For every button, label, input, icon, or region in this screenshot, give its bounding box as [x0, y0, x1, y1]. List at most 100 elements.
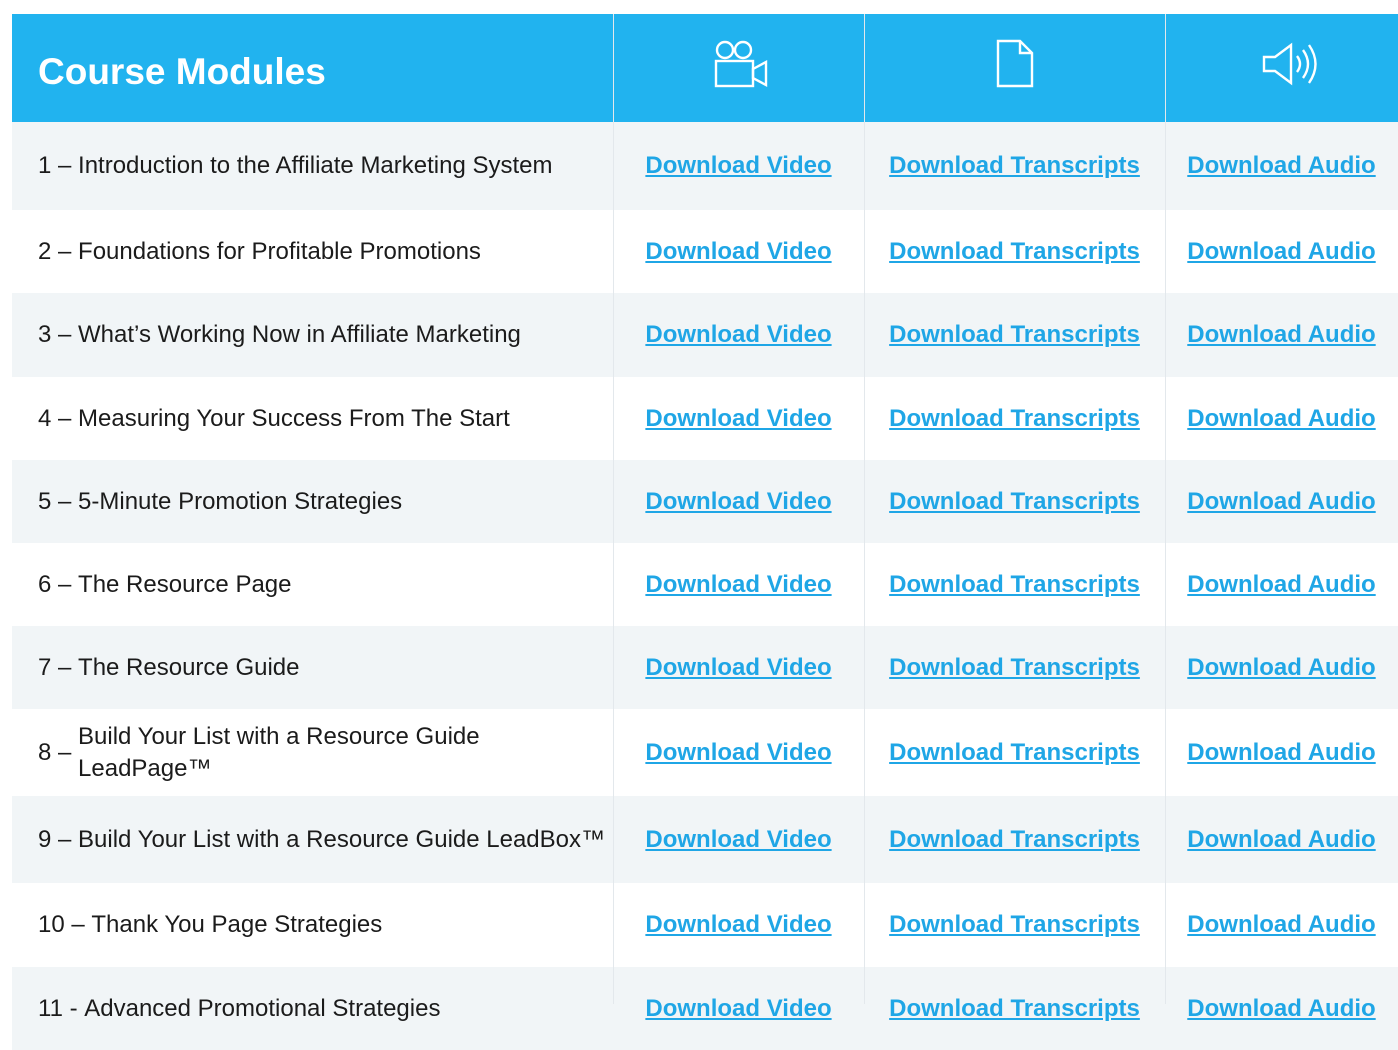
- download-transcripts-link[interactable]: Download Transcripts: [889, 238, 1140, 266]
- download-audio-link[interactable]: Download Audio: [1187, 654, 1375, 682]
- video-cell: Download Video: [613, 626, 864, 709]
- module-title: 4 – Measuring Your Success From The Star…: [38, 377, 608, 460]
- module-name: Foundations for Profitable Promotions: [78, 237, 481, 265]
- download-video-link[interactable]: Download Video: [645, 571, 831, 599]
- download-video-link[interactable]: Download Video: [645, 152, 831, 180]
- download-video-link[interactable]: Download Video: [645, 321, 831, 349]
- download-transcripts-link[interactable]: Download Transcripts: [889, 321, 1140, 349]
- transcripts-cell: Download Transcripts: [864, 883, 1165, 967]
- download-audio-link[interactable]: Download Audio: [1187, 321, 1375, 349]
- module-number: 4 –: [38, 404, 79, 432]
- download-video-link[interactable]: Download Video: [645, 739, 831, 767]
- video-cell: Download Video: [613, 293, 864, 377]
- transcripts-cell: Download Transcripts: [864, 709, 1165, 796]
- module-title: 11 - Advanced Promotional Strategies: [38, 967, 608, 1050]
- column-divider: [613, 14, 614, 1004]
- module-name: Introduction to the Affiliate Marketing …: [78, 152, 553, 179]
- table-row: 6 – The Resource Page Download Video Downl…: [12, 543, 1398, 626]
- column-divider: [864, 14, 865, 1004]
- transcripts-cell: Download Transcripts: [864, 460, 1165, 543]
- speaker-icon: [1262, 42, 1317, 86]
- download-video-link[interactable]: Download Video: [645, 238, 831, 266]
- video-cell: Download Video: [613, 122, 864, 210]
- table-row: 8 – Build Your List with a Resource Guid…: [12, 709, 1398, 796]
- module-title: 6 – The Resource Page: [38, 543, 608, 626]
- download-video-link[interactable]: Download Video: [645, 654, 831, 682]
- audio-cell: Download Audio: [1165, 460, 1398, 543]
- column-divider: [1165, 14, 1166, 1004]
- download-video-link[interactable]: Download Video: [645, 911, 831, 939]
- download-audio-link[interactable]: Download Audio: [1187, 238, 1375, 266]
- audio-cell: Download Audio: [1165, 293, 1398, 377]
- download-transcripts-link[interactable]: Download Transcripts: [889, 571, 1140, 599]
- download-audio-link[interactable]: Download Audio: [1187, 405, 1375, 433]
- download-audio-link[interactable]: Download Audio: [1187, 488, 1375, 516]
- module-name: Build Your List with a Resource Guide Le…: [78, 722, 480, 782]
- download-transcripts-link[interactable]: Download Transcripts: [889, 911, 1140, 939]
- download-audio-link[interactable]: Download Audio: [1187, 152, 1375, 180]
- video-cell: Download Video: [613, 709, 864, 796]
- module-name: The Resource Page: [78, 570, 292, 598]
- module-title: 8 – Build Your List with a Resource Guid…: [38, 709, 608, 796]
- download-audio-link[interactable]: Download Audio: [1187, 911, 1375, 939]
- module-title: 7 – The Resource Guide: [38, 626, 608, 709]
- download-video-link[interactable]: Download Video: [645, 995, 831, 1023]
- audio-cell: Download Audio: [1165, 967, 1398, 1050]
- audio-cell: Download Audio: [1165, 796, 1398, 883]
- download-transcripts-link[interactable]: Download Transcripts: [889, 654, 1140, 682]
- table-row: 5 – 5-Minute Promotion Strategies Downloa…: [12, 460, 1398, 543]
- video-cell: Download Video: [613, 460, 864, 543]
- video-cell: Download Video: [613, 967, 864, 1050]
- transcripts-cell: Download Transcripts: [864, 543, 1165, 626]
- module-number: 11 -: [38, 994, 85, 1022]
- module-name: Advanced Promotional Strategies: [84, 994, 441, 1022]
- module-title: 10 – Thank You Page Strategies: [38, 883, 608, 967]
- download-audio-link[interactable]: Download Audio: [1187, 995, 1375, 1023]
- table-row: 1 – Introduction to the Affiliate Market…: [12, 122, 1398, 210]
- transcripts-cell: Download Transcripts: [864, 210, 1165, 293]
- module-number: 10 –: [38, 911, 92, 938]
- audio-cell: Download Audio: [1165, 377, 1398, 460]
- download-video-link[interactable]: Download Video: [645, 488, 831, 516]
- module-name: Build Your List with a Resource Guide Le…: [78, 825, 606, 853]
- video-cell: Download Video: [613, 543, 864, 626]
- page-title: Course Modules: [38, 51, 326, 92]
- video-camera-icon: [714, 40, 768, 88]
- transcripts-cell: Download Transcripts: [864, 293, 1165, 377]
- transcripts-cell: Download Transcripts: [864, 967, 1165, 1050]
- table-row: 7 – The Resource Guide Download Video Down…: [12, 626, 1398, 709]
- module-number: 3 –: [38, 321, 79, 348]
- module-name: 5-Minute Promotion Strategies: [78, 487, 403, 515]
- audio-cell: Download Audio: [1165, 883, 1398, 967]
- module-title: 9 – Build Your List with a Resource Guid…: [38, 796, 608, 883]
- module-name: Measuring Your Success From The Start: [78, 404, 510, 432]
- download-video-link[interactable]: Download Video: [645, 405, 831, 433]
- module-title: 2 – Foundations for Profitable Promotion…: [38, 210, 608, 293]
- download-transcripts-link[interactable]: Download Transcripts: [889, 488, 1140, 516]
- download-transcripts-link[interactable]: Download Transcripts: [889, 995, 1140, 1023]
- module-title: 3 – What’s Working Now in Affiliate Mark…: [38, 293, 608, 377]
- download-transcripts-link[interactable]: Download Transcripts: [889, 405, 1140, 433]
- transcripts-cell: Download Transcripts: [864, 626, 1165, 709]
- module-number: 5 –: [38, 487, 79, 515]
- module-number: 9 –: [38, 825, 79, 853]
- download-transcripts-link[interactable]: Download Transcripts: [889, 826, 1140, 854]
- download-audio-link[interactable]: Download Audio: [1187, 826, 1375, 854]
- module-name: What’s Working Now in Affiliate Marketin…: [78, 321, 521, 348]
- table-row: 9 – Build Your List with a Resource Guid…: [12, 796, 1398, 883]
- download-transcripts-link[interactable]: Download Transcripts: [889, 739, 1140, 767]
- transcripts-cell: Download Transcripts: [864, 122, 1165, 210]
- table-row: 3 – What’s Working Now in Affiliate Mark…: [12, 293, 1398, 377]
- audio-cell: Download Audio: [1165, 122, 1398, 210]
- module-name: The Resource Guide: [78, 653, 300, 681]
- download-transcripts-link[interactable]: Download Transcripts: [889, 152, 1140, 180]
- download-audio-link[interactable]: Download Audio: [1187, 739, 1375, 767]
- table-row: 10 – Thank You Page Strategies Download V…: [12, 883, 1398, 967]
- module-number: 2 –: [38, 237, 79, 265]
- module-title: 1 – Introduction to the Affiliate Market…: [38, 122, 608, 210]
- table-row: 4 – Measuring Your Success From The Star…: [12, 377, 1398, 460]
- video-cell: Download Video: [613, 796, 864, 883]
- download-audio-link[interactable]: Download Audio: [1187, 571, 1375, 599]
- download-video-link[interactable]: Download Video: [645, 826, 831, 854]
- audio-cell: Download Audio: [1165, 709, 1398, 796]
